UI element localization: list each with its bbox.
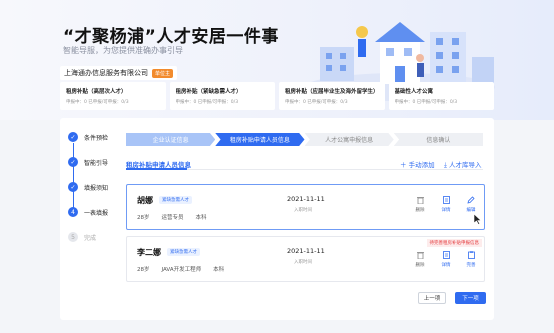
entry-date: 2021-11-11: [287, 195, 325, 203]
complete-label: 完善: [466, 263, 476, 268]
subsidy-card[interactable]: 租房补贴（应届毕业生及海外留学生） 申报中：0 已申报/可申报：0/3: [279, 82, 385, 110]
clipboard-icon: [467, 250, 475, 259]
company-name: 上海通办信息服务有限公司: [64, 69, 148, 77]
talent-import-label: 人才库导入: [448, 161, 482, 169]
applicant-card[interactable]: 李二娜 紧缺急需人才 28岁 JAVA开发工程师 本科 2021-11-11 入职时…: [126, 236, 485, 282]
talent-tag: 紧缺急需人才: [167, 248, 200, 256]
delete-label: 删除: [415, 263, 425, 268]
edit-label: 编辑: [466, 208, 476, 213]
page-subtitle: 智能导服，为您提供准确办事引导: [63, 46, 183, 55]
applicant-info: 28岁 JAVA开发工程师 本科: [137, 265, 236, 273]
step-label: 条件预检: [84, 134, 109, 142]
subsidy-card[interactable]: 租房补贴（高层次人才） 申报中：0 已申报/可申报：0/3: [60, 82, 166, 110]
progress-step[interactable]: 人才公寓申报信息: [304, 133, 394, 146]
applicant-name: 胡娜: [137, 196, 153, 205]
entry-date-label: 入职时间: [294, 208, 312, 213]
subsidy-card[interactable]: 基础性人才公寓 申报中：0 已申报/可申报：0/3: [388, 82, 495, 110]
delete-label: 删除: [415, 208, 425, 213]
applicant-age: 28岁: [137, 215, 150, 221]
plus-icon: ＋: [400, 161, 407, 169]
complete-button[interactable]: 完善: [461, 250, 481, 268]
subsidy-card-stats: 申报中：0 已申报/可申报：0/3: [66, 100, 129, 105]
manual-add-label: 手动添加: [408, 161, 435, 169]
subsidy-card-title: 租房补贴（紧缺急需人才）: [175, 89, 242, 95]
detail-label: 详情: [441, 208, 451, 213]
page-title: “才聚杨浦”人才安居一件事: [63, 27, 279, 47]
manual-add-button[interactable]: ＋ 手动添加: [400, 159, 435, 169]
next-button[interactable]: 下一项: [455, 292, 486, 304]
step-item[interactable]: ✓ 条件预检: [68, 132, 108, 142]
step-label: 完成: [84, 234, 97, 242]
previous-button[interactable]: 上一项: [418, 292, 446, 304]
incomplete-warning-badge: 待完善租房补贴申报信息: [426, 239, 482, 247]
document-icon: [442, 195, 450, 204]
section-underline: [126, 168, 187, 170]
detail-label: 详情: [441, 263, 451, 268]
talent-tag: 紧缺急需人才: [159, 196, 192, 204]
talent-import-button[interactable]: ⤓ 人才库导入: [444, 159, 481, 170]
form-progress: 企业认证信息 租房补贴申请人员信息 人才公寓申报信息 信息确认: [126, 133, 483, 146]
check-icon: ✓: [68, 132, 78, 142]
subsidy-card[interactable]: 租房补贴（紧缺急需人才） 申报中：0 已申报/可申报：0/3: [169, 82, 275, 110]
edit-button[interactable]: 编辑: [461, 195, 481, 213]
trash-icon: [416, 195, 424, 204]
step-item: 5 完成: [68, 232, 96, 242]
progress-step[interactable]: 信息确认: [393, 133, 483, 146]
delete-button[interactable]: 删除: [410, 195, 430, 213]
step-connector: [72, 143, 74, 211]
applicant-name: 李二娜: [137, 248, 161, 257]
step-label: 一表填报: [84, 209, 109, 217]
subsidy-card-title: 租房补贴（应届毕业生及海外留学生）: [285, 89, 379, 95]
progress-step[interactable]: 租房补贴申请人员信息: [215, 133, 305, 146]
applicant-card[interactable]: 胡娜 紧缺急需人才 28岁 运营专员 本科 2021-11-11 入职时间 删除 详…: [126, 184, 485, 230]
applicant-job: JAVA开发工程师: [161, 267, 202, 273]
check-icon: ✓: [68, 182, 78, 192]
entry-date-label: 入职时间: [294, 260, 312, 265]
subsidy-cards: 租房补贴（高层次人才） 申报中：0 已申报/可申报：0/3 租房补贴（紧缺急需人…: [60, 82, 495, 110]
subsidy-card-stats: 申报中：0 已申报/可申报：0/3: [175, 100, 239, 105]
step-number: 4: [68, 207, 78, 217]
subsidy-card-stats: 申报中：0 已申报/可申报：0/3: [285, 100, 348, 105]
detail-button[interactable]: 详情: [436, 250, 456, 268]
trash-icon: [416, 250, 424, 259]
entry-date: 2021-11-11: [287, 247, 325, 255]
detail-button[interactable]: 详情: [436, 195, 456, 213]
pencil-icon: [467, 195, 475, 204]
progress-step[interactable]: 企业认证信息: [126, 133, 216, 146]
step-item[interactable]: ✓ 智能引导: [68, 157, 108, 167]
step-label: 填报须知: [84, 184, 109, 192]
company-badge: 单位主: [152, 68, 174, 78]
mouse-cursor-icon: [474, 214, 482, 225]
applicant-education: 本科: [213, 267, 225, 273]
company-selector[interactable]: 上海通办信息服务有限公司 单位主: [60, 66, 178, 80]
applicant-age: 28岁: [137, 267, 150, 273]
subsidy-card-title: 基础性人才公寓: [394, 89, 434, 95]
step-number: 5: [68, 232, 78, 242]
applicant-education: 本科: [195, 215, 207, 221]
subsidy-card-title: 租房补贴（高层次人才）: [66, 89, 127, 95]
delete-button[interactable]: 删除: [410, 250, 430, 268]
applicant-info: 28岁 运营专员 本科: [137, 213, 219, 221]
step-item[interactable]: ✓ 填报须知: [68, 182, 108, 192]
applicant-job: 运营专员: [161, 215, 184, 221]
step-item[interactable]: 4 一表填报: [68, 207, 108, 217]
step-label: 智能引导: [84, 159, 109, 167]
subsidy-card-stats: 申报中：0 已申报/可申报：0/3: [394, 100, 458, 105]
import-icon: ⤓: [444, 161, 447, 169]
check-icon: ✓: [68, 157, 78, 167]
document-icon: [442, 250, 450, 259]
